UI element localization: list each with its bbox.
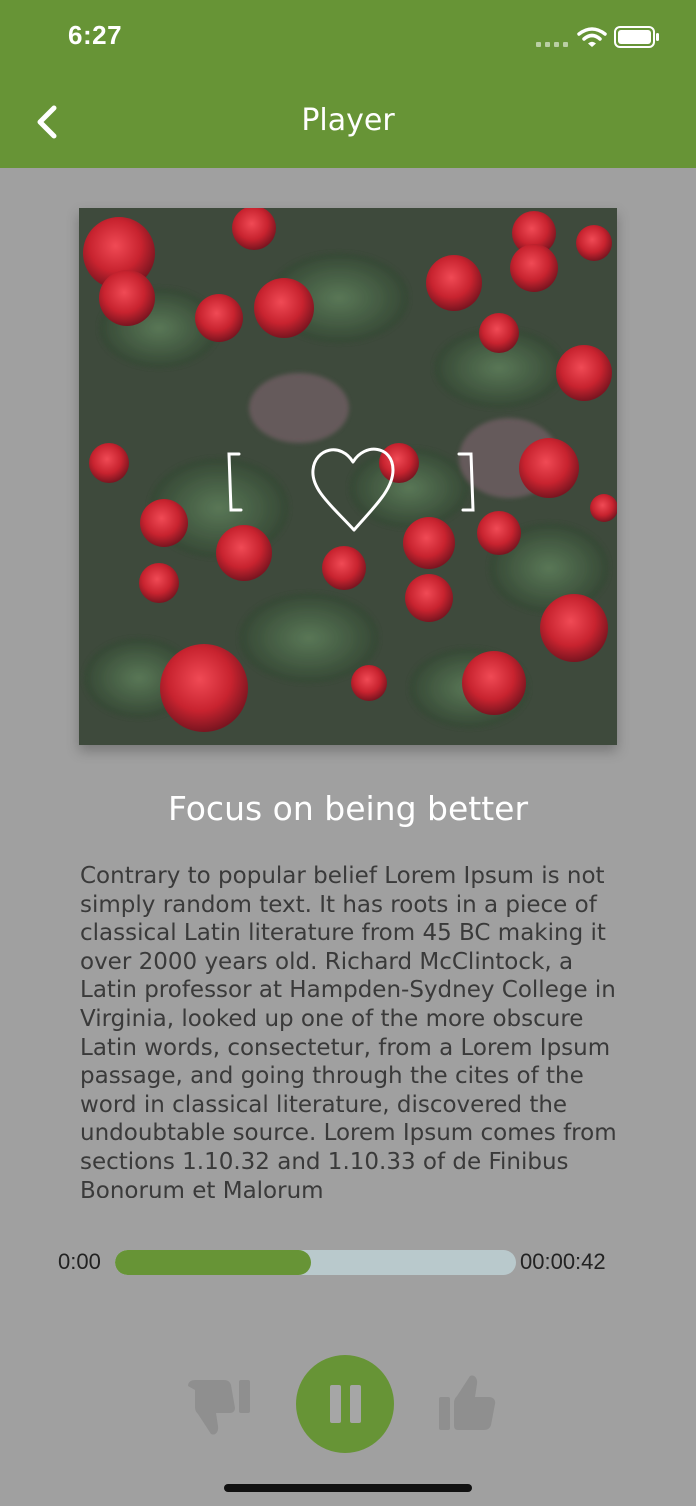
track-title: Focus on being better [167, 789, 529, 828]
progress-slider[interactable] [115, 1250, 516, 1275]
thumbs-down-icon [188, 1380, 250, 1435]
player-screen: 6:27 Player Focus on being better Contra… [0, 0, 696, 1506]
roses-image [79, 208, 617, 745]
album-cover [79, 208, 617, 745]
total-time: 00:00:42 [520, 1249, 606, 1274]
track-description: Contrary to popular belief Lorem Ipsum i… [80, 863, 617, 1198]
like-button[interactable] [437, 1372, 503, 1434]
home-indicator [224, 1484, 472, 1492]
thumbs-up-icon [439, 1375, 496, 1430]
pause-icon [330, 1385, 361, 1423]
wifi-icon [577, 27, 607, 47]
battery-icon [614, 26, 659, 48]
current-time: 0:00 [58, 1249, 101, 1274]
app-bar: 6:27 Player [0, 0, 696, 168]
pause-button[interactable] [296, 1355, 394, 1453]
page-title: Player [301, 103, 395, 138]
progress-fill [115, 1250, 312, 1275]
status-time: 6:27 [68, 20, 123, 50]
dislike-button[interactable] [186, 1376, 252, 1438]
cellular-signal-icon [536, 42, 568, 47]
